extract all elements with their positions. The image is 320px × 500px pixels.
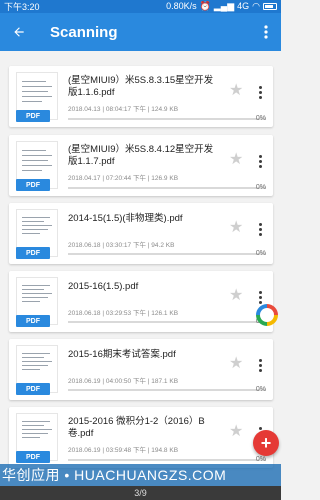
star-icon[interactable]: ★: [229, 424, 243, 440]
star-icon[interactable]: ★: [229, 83, 243, 99]
item-more-button[interactable]: [256, 223, 264, 236]
file-name: 2015-16期末考试答案.pdf: [68, 349, 176, 360]
file-meta: 2018.06.19 | 04:00:50 下午 | 187.1 KB: [68, 378, 179, 385]
file-name: 2014-15(1.5)(非物理类).pdf: [68, 213, 183, 224]
file-meta: 2018.04.13 | 08:04:17 下午 | 124.9 KB: [68, 106, 179, 113]
file-meta: 2018.06.19 | 03:59:48 下午 | 194.8 KB: [68, 447, 179, 454]
progress-percent: 0%: [255, 386, 266, 393]
network-type: 4G: [237, 1, 250, 11]
file-name: (星空MIUI9）米5S.8.3.15星空开发版1.1.6.pdf: [68, 75, 214, 98]
progress-percent: 0%: [255, 456, 266, 463]
list-item[interactable]: PDF 2014-15(1.5)(非物理类).pdf 2018.06.18 | …: [9, 203, 273, 264]
wifi-icon: ◠: [252, 1, 260, 11]
pdf-badge: PDF: [16, 247, 50, 259]
upload-progress-bar: [68, 459, 266, 461]
list-item[interactable]: PDF (星空MIUI9）米5S.8.3.15星空开发版1.1.6.pdf 20…: [9, 66, 273, 127]
page-indicator: 3/9: [0, 486, 281, 500]
page-title: Scanning: [50, 23, 118, 41]
pdf-badge: PDF: [16, 383, 50, 395]
status-time: 下午3:20: [4, 2, 40, 12]
back-button[interactable]: [0, 13, 38, 51]
pdf-badge: PDF: [16, 315, 50, 327]
alarm-icon: ⏰: [199, 1, 211, 11]
item-more-button[interactable]: [256, 86, 264, 99]
file-name: (星空MIUI9）米5S.8.4.12星空开发版1.1.7.pdf: [68, 144, 214, 167]
upload-progress-bar: [68, 187, 266, 189]
progress-percent: 0%: [255, 115, 266, 122]
list-item[interactable]: PDF 2015-16(1.5).pdf 2018.06.18 | 03:29:…: [9, 271, 273, 332]
star-icon[interactable]: ★: [229, 152, 243, 168]
upload-progress-bar: [68, 321, 266, 323]
overflow-menu-button[interactable]: [251, 13, 281, 51]
watermark-banner: 华创应用 • HUACHUANGZS.COM: [0, 464, 281, 486]
network-speed: 0.80K/s: [166, 1, 197, 11]
signal-icon: ▂▄▆: [213, 1, 235, 11]
battery-icon: [263, 3, 277, 10]
loading-spinner-icon: [256, 304, 278, 326]
add-fab-button[interactable]: +: [253, 430, 279, 456]
star-icon[interactable]: ★: [229, 220, 243, 236]
list-item[interactable]: PDF 2015-16期末考试答案.pdf 2018.06.19 | 04:00…: [9, 339, 273, 400]
list-item[interactable]: PDF (星空MIUI9）米5S.8.4.12星空开发版1.1.7.pdf 20…: [9, 135, 273, 196]
plus-icon: +: [260, 432, 272, 453]
upload-progress-bar: [68, 389, 266, 391]
item-more-button[interactable]: [256, 155, 264, 168]
item-more-button[interactable]: [256, 291, 264, 304]
status-bar: 下午3:20 0.80K/s ⏰ ▂▄▆ 4G ◠: [0, 0, 281, 13]
upload-progress-bar: [68, 118, 266, 120]
more-vert-icon: [264, 25, 268, 39]
item-more-button[interactable]: [256, 359, 264, 372]
file-meta: 2018.06.18 | 03:29:53 下午 | 126.1 KB: [68, 310, 179, 317]
progress-percent: 0%: [255, 184, 266, 191]
pdf-badge: PDF: [16, 451, 50, 463]
upload-progress-bar: [68, 253, 266, 255]
file-meta: 2018.04.17 | 07:20:44 下午 | 126.9 KB: [68, 175, 179, 182]
file-name: 2015-16(1.5).pdf: [68, 281, 139, 292]
list-item[interactable]: PDF 2015-2016 微积分1-2（2016）B卷.pdf 2018.06…: [9, 407, 273, 468]
pdf-badge: PDF: [16, 110, 50, 122]
app-toolbar: Scanning: [0, 13, 281, 51]
star-icon[interactable]: ★: [229, 356, 243, 372]
pdf-badge: PDF: [16, 179, 50, 191]
file-list: PDF (星空MIUI9）米5S.8.3.15星空开发版1.1.6.pdf 20…: [0, 51, 281, 500]
star-icon[interactable]: ★: [229, 288, 243, 304]
arrow-left-icon: [14, 27, 24, 37]
progress-percent: 0%: [255, 250, 266, 257]
file-meta: 2018.06.18 | 03:30:17 下午 | 94.2 KB: [68, 242, 175, 249]
file-name: 2015-2016 微积分1-2（2016）B卷.pdf: [68, 416, 205, 439]
